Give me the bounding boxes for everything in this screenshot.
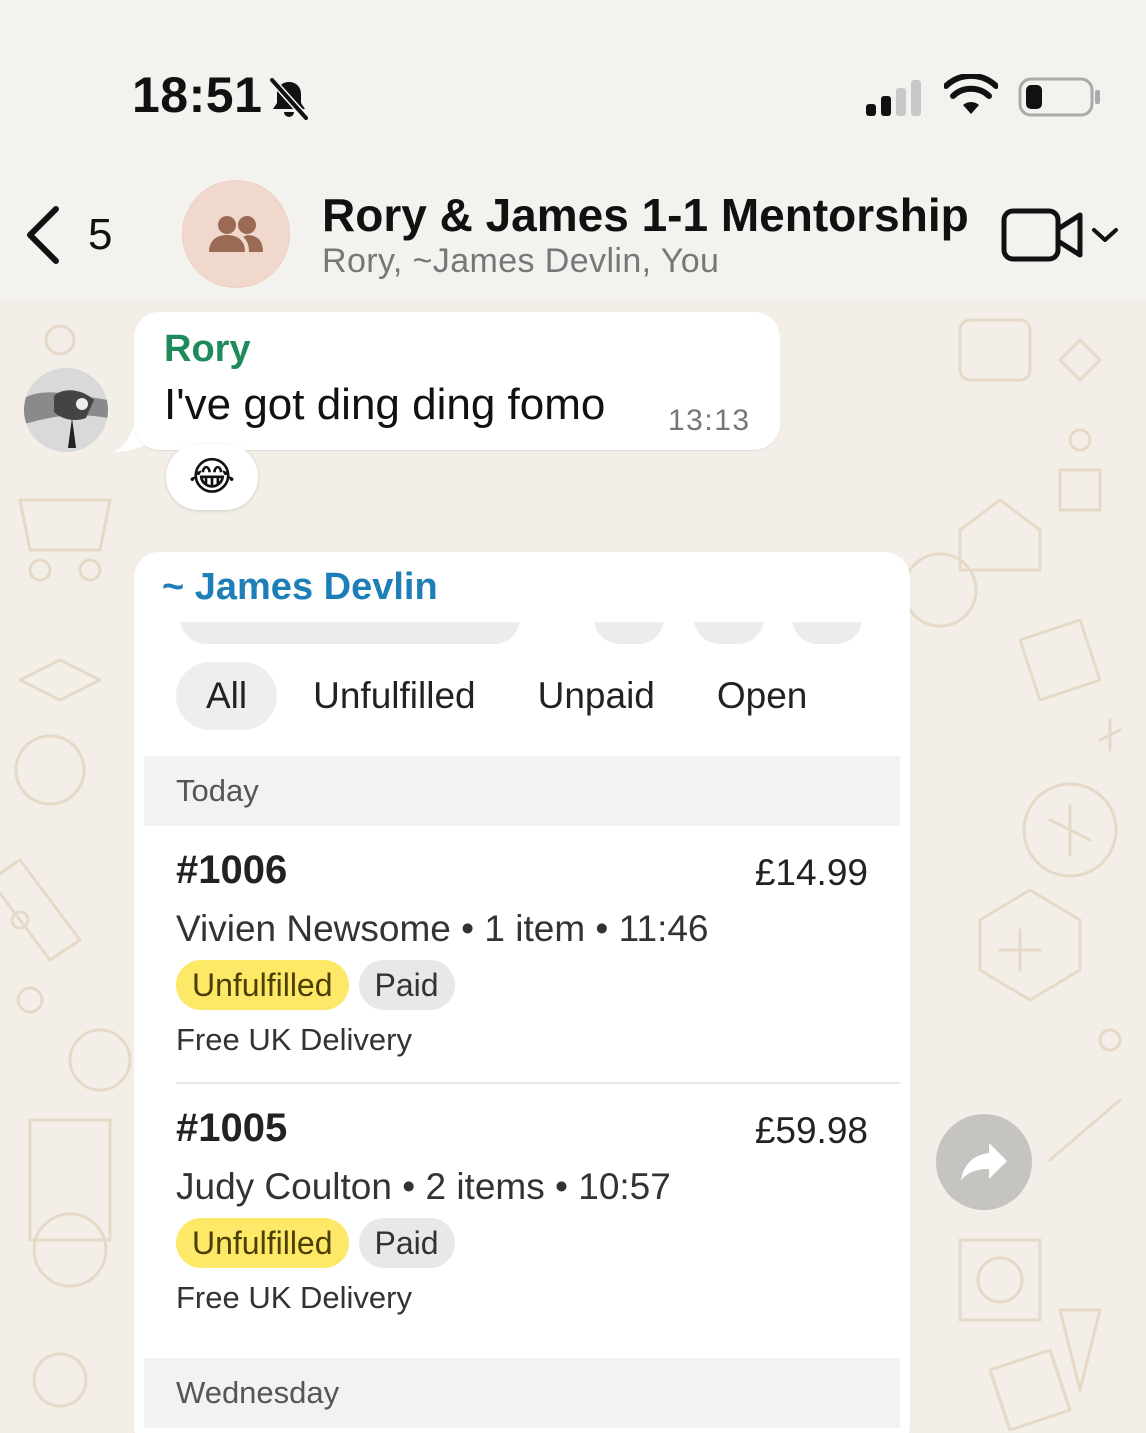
order-number: #1005 bbox=[176, 1106, 288, 1150]
screenshot-attachment[interactable]: All Unfulfilled Unpaid Open Today #1006 … bbox=[144, 622, 900, 1433]
group-avatar[interactable] bbox=[182, 180, 290, 288]
chevron-left-icon bbox=[27, 206, 59, 264]
fulfillment-badge: Unfulfilled bbox=[176, 1218, 349, 1268]
cropped-button bbox=[694, 622, 764, 644]
tab-unpaid[interactable]: Unpaid bbox=[512, 662, 681, 730]
unread-count: 5 bbox=[88, 210, 113, 259]
group-icon bbox=[209, 216, 263, 252]
bell-slash-icon bbox=[269, 77, 309, 121]
video-call-button[interactable] bbox=[1000, 202, 1124, 268]
reaction-emoji: 😂 bbox=[188, 455, 236, 499]
cropped-search-bar bbox=[180, 622, 520, 644]
tab-open[interactable]: Open bbox=[691, 662, 834, 730]
fulfillment-badge: Unfulfilled bbox=[176, 960, 349, 1010]
forward-arrow-icon bbox=[961, 1143, 1007, 1181]
image-message-bubble[interactable]: ~ James Devlin All Unfulfilled Unpaid Op… bbox=[134, 552, 910, 1433]
order-total: £14.99 bbox=[754, 852, 868, 893]
order-row[interactable]: #1006 £14.99 Vivien Newsome • 1 item • 1… bbox=[144, 826, 900, 1084]
sender-avatar-rory[interactable] bbox=[24, 368, 108, 452]
forward-button[interactable] bbox=[936, 1114, 1032, 1210]
chat-title[interactable]: Rory & James 1-1 Mentorship bbox=[322, 188, 969, 242]
video-camera-icon bbox=[1001, 208, 1083, 262]
chat-header: 5 Rory & James 1-1 Mentorship Rory, ~Jam… bbox=[0, 170, 1146, 300]
back-button[interactable]: 5 bbox=[22, 200, 112, 270]
sender-name[interactable]: ~ James Devlin bbox=[162, 566, 438, 609]
payment-badge: Paid bbox=[358, 1218, 455, 1268]
cropped-button bbox=[792, 622, 862, 644]
order-meta: Vivien Newsome • 1 item • 11:46 bbox=[176, 908, 709, 949]
delivery-method: Free UK Delivery bbox=[176, 1280, 412, 1315]
tab-all[interactable]: All bbox=[176, 662, 278, 730]
status-time: 18:51 bbox=[132, 67, 263, 123]
cellular-signal-icon bbox=[866, 80, 921, 116]
order-total: £59.98 bbox=[754, 1110, 868, 1151]
battery-icon bbox=[1018, 77, 1100, 117]
message-text: I've got ding ding fomo bbox=[164, 380, 606, 429]
order-meta: Judy Coulton • 2 items • 10:57 bbox=[176, 1166, 671, 1207]
tab-unfulfilled[interactable]: Unfulfilled bbox=[287, 662, 501, 730]
order-row[interactable]: #1005 £59.98 Judy Coulton • 2 items • 10… bbox=[144, 1084, 900, 1342]
chevron-down-icon bbox=[1092, 228, 1118, 242]
chat-participants[interactable]: Rory, ~James Devlin, You bbox=[322, 242, 719, 281]
chat-messages[interactable]: Rory I've got ding ding fomo 13:13 😂 ~ J… bbox=[0, 300, 1146, 1433]
cropped-button bbox=[594, 622, 664, 644]
message-reaction[interactable]: 😂 bbox=[166, 444, 258, 510]
section-header-wednesday: Wednesday bbox=[144, 1358, 900, 1428]
avatar-photo bbox=[24, 368, 108, 452]
delivery-method: Free UK Delivery bbox=[176, 1022, 412, 1057]
wifi-icon bbox=[944, 74, 998, 114]
payment-badge: Paid bbox=[358, 960, 455, 1010]
status-bar: 18:51 bbox=[0, 0, 1146, 170]
section-header-today: Today bbox=[144, 756, 900, 826]
order-filter-tabs: All Unfulfilled Unpaid Open bbox=[176, 662, 843, 730]
message-time: 13:13 bbox=[668, 404, 751, 437]
sender-name[interactable]: Rory bbox=[164, 328, 251, 371]
order-number: #1006 bbox=[176, 848, 288, 892]
message-bubble[interactable]: Rory I've got ding ding fomo 13:13 bbox=[134, 312, 780, 450]
